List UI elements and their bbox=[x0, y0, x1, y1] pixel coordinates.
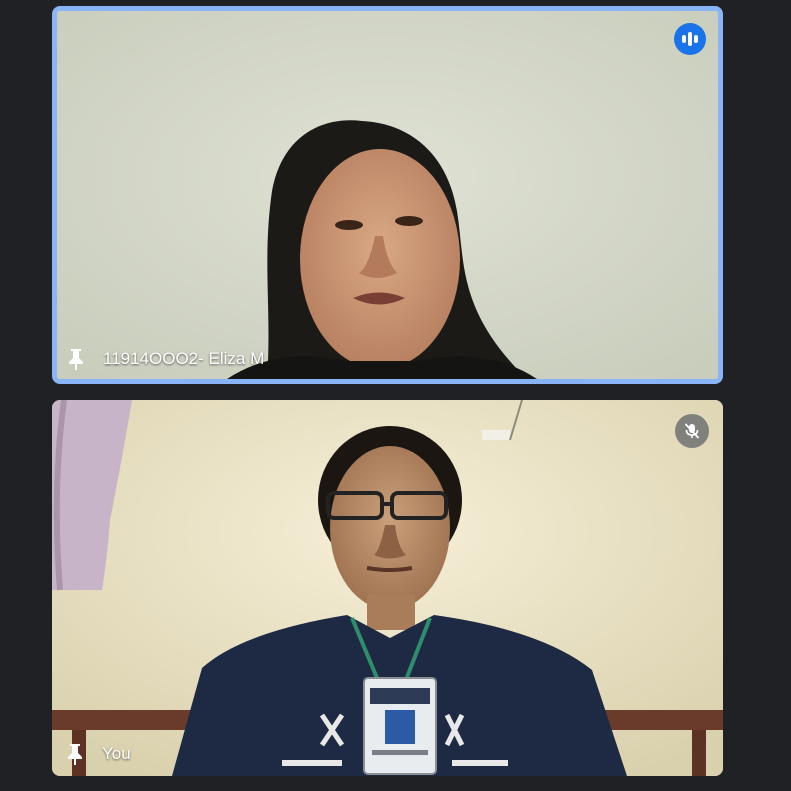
mic-off-icon bbox=[675, 414, 709, 448]
participant-name-self: You bbox=[102, 744, 131, 763]
participant-name: 11914OOO2- Eliza M bbox=[103, 349, 265, 368]
self-video bbox=[52, 400, 723, 776]
participant-name-bar: 11914OOO2- Eliza M bbox=[65, 347, 264, 371]
participant-video bbox=[57, 11, 718, 379]
pin-icon[interactable] bbox=[64, 742, 86, 766]
speaking-indicator-icon bbox=[674, 23, 706, 55]
participant-name-bar: You bbox=[64, 742, 131, 766]
participant-tile-eliza[interactable]: 11914OOO2- Eliza M bbox=[52, 6, 723, 384]
pin-icon[interactable] bbox=[65, 347, 87, 371]
participant-tile-you[interactable]: You bbox=[52, 400, 723, 776]
